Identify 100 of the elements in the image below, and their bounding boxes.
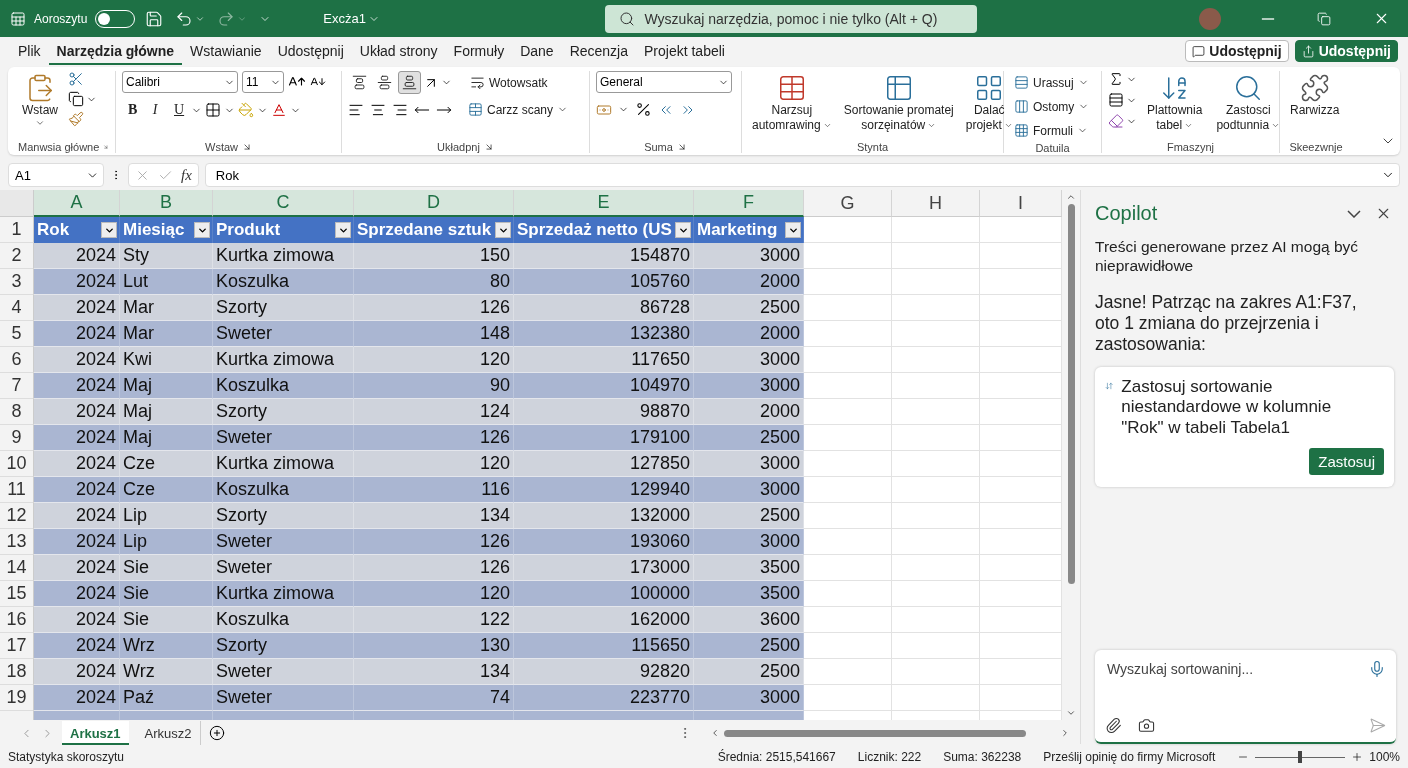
row-header[interactable]: 2 — [0, 243, 34, 269]
merge-button[interactable]: Carzz scany — [464, 98, 573, 121]
row-header[interactable]: 12 — [0, 503, 34, 529]
column-header[interactable]: E — [514, 190, 694, 217]
filter-button[interactable] — [194, 222, 210, 238]
row-header[interactable]: 19 — [0, 685, 34, 711]
column-header[interactable]: F — [694, 190, 804, 217]
group-label: Suma — [644, 141, 673, 153]
ribbon-tab[interactable]: Projekt tabeli — [636, 37, 733, 65]
row-header[interactable]: 5 — [0, 321, 34, 347]
row-header[interactable]: 8 — [0, 399, 34, 425]
minimize-button[interactable] — [1259, 15, 1277, 22]
name-box[interactable]: A1 — [8, 163, 104, 187]
scroll-up-icon — [1066, 192, 1076, 202]
ribbon-tab[interactable]: Układ strony — [351, 37, 446, 65]
styles-button[interactable]: Sortowanie promatej sorzęinatów — [839, 71, 958, 135]
share-button[interactable]: Udostępnij — [1294, 40, 1398, 62]
find-button[interactable]: Zastosci podtunnia — [1212, 71, 1285, 135]
table-cell: 2000 — [694, 399, 804, 425]
table-cell: 105760 — [514, 269, 694, 295]
column-header[interactable]: A — [34, 190, 120, 217]
table-cell: Koszulka — [213, 607, 354, 633]
header-text: Rok — [37, 220, 70, 240]
zoom-thumb[interactable] — [1298, 751, 1303, 763]
scrollbar-thumb[interactable] — [724, 729, 1026, 737]
wrap-text-button[interactable]: Wotowsatk — [466, 71, 552, 94]
filter-button[interactable] — [675, 222, 691, 238]
font-size-select[interactable]: 11 — [242, 71, 284, 93]
paste-button[interactable]: Wstaw — [18, 71, 62, 130]
ribbon-tab[interactable]: Narzędzia główne — [48, 37, 183, 65]
row-header[interactable]: 3 — [0, 269, 34, 295]
ribbon-tab[interactable]: Udostępnij — [269, 37, 352, 65]
comments-button[interactable]: Udostępnij — [1185, 40, 1289, 62]
merge-icon — [468, 102, 483, 117]
column-header[interactable]: G — [804, 190, 892, 217]
table-cell: 2024 — [34, 529, 120, 555]
ribbon-tab[interactable]: Dane — [512, 37, 562, 65]
column-header[interactable]: I — [980, 190, 1062, 217]
column-header[interactable]: B — [120, 190, 213, 217]
ribbon-tab[interactable]: Formuły — [445, 37, 513, 65]
ribbon-tab[interactable]: Wstawianie — [182, 37, 270, 65]
row-header[interactable]: 6 — [0, 347, 34, 373]
sheet-tab[interactable]: Arkusz1 — [62, 721, 129, 745]
header-text: Miesiąc — [123, 220, 185, 240]
row-header[interactable]: 14 — [0, 555, 34, 581]
table-cell: 162000 — [514, 607, 694, 633]
sheet-tab[interactable]: Arkusz2 — [136, 721, 201, 745]
clear-icon — [1108, 113, 1124, 129]
filter-button[interactable] — [495, 222, 511, 238]
table-cell: Sweter — [213, 555, 354, 581]
table-cell: 126 — [354, 529, 514, 555]
column-header[interactable]: C — [213, 190, 354, 217]
ribbon-tab[interactable]: Recenzja — [561, 37, 636, 65]
collapse-button[interactable] — [1347, 209, 1361, 218]
group-label: Stynta — [856, 141, 889, 153]
table-cell: Lip — [120, 529, 213, 555]
align-icon — [377, 75, 392, 90]
bold-button[interactable]: B — [122, 99, 142, 121]
search-field[interactable]: Wyszukaj narzędzia, pomoc i nie tylko (Alt + Q) — [604, 4, 977, 33]
row-header[interactable]: 15 — [0, 581, 34, 607]
column-header[interactable]: H — [892, 190, 980, 217]
row-header[interactable]: 1 — [0, 217, 34, 243]
table-cell: 3500 — [694, 555, 804, 581]
formula-field[interactable]: Rok — [204, 163, 1400, 187]
filter-button[interactable] — [785, 222, 801, 238]
ribbon-tab[interactable]: Plik — [10, 37, 49, 65]
row-header[interactable]: 9 — [0, 425, 34, 451]
underline-button[interactable]: U — [168, 99, 188, 121]
table-cell: 2024 — [34, 347, 120, 373]
insert-function-button[interactable]: fx — [181, 166, 192, 184]
row-header[interactable]: 18 — [0, 659, 34, 685]
row-header[interactable]: 7 — [0, 373, 34, 399]
add-ins-button[interactable]: Rarwizza — [1286, 71, 1344, 120]
row-header[interactable]: 16 — [0, 607, 34, 633]
column-header[interactable]: D — [354, 190, 514, 217]
row-header[interactable]: 4 — [0, 295, 34, 321]
filter-button[interactable] — [101, 222, 117, 238]
font-select[interactable]: Calibri — [122, 71, 238, 93]
styles-button[interactable]: Narzsuj automrawing — [748, 71, 836, 135]
row-header[interactable]: 17 — [0, 633, 34, 659]
table-cell: 2500 — [694, 659, 804, 685]
scrollbar-thumb[interactable] — [1067, 204, 1075, 584]
zoom-in-icon — [1351, 751, 1364, 763]
row-header[interactable]: 13 — [0, 529, 34, 555]
italic-button[interactable]: I — [145, 99, 165, 121]
sort-filter-button[interactable]: Plattownia tabel — [1143, 71, 1207, 135]
group-label: Datuila — [1035, 142, 1070, 154]
row-header[interactable]: 11 — [0, 477, 34, 503]
dialog-launcher-icon — [676, 142, 687, 152]
send-icon — [1369, 717, 1386, 734]
feedback-link[interactable]: Prześlij opinię do firmy Microsoft — [1043, 750, 1216, 764]
apply-button[interactable]: Zastosuj — [1309, 447, 1384, 475]
table-cell: Szorty — [213, 633, 354, 659]
filter-button[interactable] — [335, 222, 351, 238]
number-format-select[interactable]: General — [596, 71, 732, 93]
file-name[interactable]: Excża1 — [321, 9, 382, 28]
prompt-field[interactable]: Wyszukaj sortowaninj... — [1105, 660, 1364, 678]
row-header[interactable]: 10 — [0, 451, 34, 477]
table-cell: 150 — [354, 243, 514, 269]
font-color-icon — [271, 102, 287, 118]
